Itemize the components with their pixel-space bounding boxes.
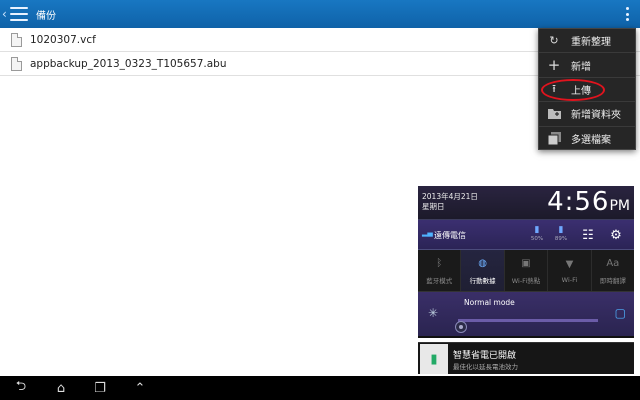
power-saving-notification[interactable]: ▮ 智慧省電已開啟 最佳化以延長電池效力 xyxy=(418,342,634,374)
new-folder-icon xyxy=(547,107,561,121)
menu-item-label: 新增 xyxy=(571,61,591,73)
file-icon xyxy=(11,56,22,71)
menu-item-label: 多選檔案 xyxy=(571,135,611,147)
back-icon[interactable]: ⮌ xyxy=(10,379,32,397)
menu-item-upload[interactable]: ⭱ 上傳 xyxy=(539,78,635,103)
action-bar: ‹ 備份 xyxy=(0,0,640,28)
battery-indicator: ▮ 89% xyxy=(552,224,570,242)
overflow-menu-icon[interactable] xyxy=(626,7,630,21)
date-display: 2013年4月21日 星期日 xyxy=(422,192,478,212)
translate-icon: Aa xyxy=(606,257,620,269)
file-name: 1020307.vcf xyxy=(30,33,96,46)
plus-icon: + xyxy=(547,56,561,75)
toggle-label: 即時翻譯 xyxy=(599,276,626,285)
tablet-battery-icon: ▮ xyxy=(558,225,564,235)
toggle-translate[interactable]: Aa 即時翻譯 xyxy=(592,250,634,291)
toggle-wifi[interactable]: ▼ Wi-Fi xyxy=(548,250,592,291)
menu-item-label: 重新整理 xyxy=(571,37,611,49)
toggle-label: Wi-Fi xyxy=(561,275,578,284)
clock-header: 2013年4月21日 星期日 4:56PM xyxy=(418,186,634,220)
quick-settings-edit-icon[interactable]: ☷ xyxy=(578,225,598,245)
toggle-mobile-data[interactable]: ◍ 行動數據 xyxy=(461,250,505,291)
auto-brightness-icon[interactable]: ▢ xyxy=(615,306,626,320)
back-chevron-icon[interactable]: ‹ xyxy=(2,7,8,21)
hotspot-icon: ▣ xyxy=(521,257,531,269)
toggle-hotspot[interactable]: ▣ Wi-Fi熱點 xyxy=(505,250,549,291)
file-name: appbackup_2013_0323_T105657.abu xyxy=(30,57,227,70)
overflow-dropdown-menu: ↻ 重新整理 + 新增 ⭱ 上傳 新增資料夾 多選檔案 xyxy=(538,28,636,150)
menu-item-new-folder[interactable]: 新增資料夾 xyxy=(539,102,635,127)
menu-up-icon[interactable]: ⌃ xyxy=(129,379,151,397)
keyboard-dock-battery-icon: ▮ xyxy=(534,225,540,235)
notification-title: 智慧省電已開啟 xyxy=(453,351,517,361)
mode-slider-knob[interactable] xyxy=(455,321,467,333)
home-icon[interactable]: ⌂ xyxy=(50,379,72,397)
multi-select-icon xyxy=(547,132,561,146)
carrier-name: 遠傳電信 xyxy=(434,231,466,240)
recent-apps-icon[interactable]: ❐ xyxy=(89,379,111,397)
bluetooth-icon: ᛒ xyxy=(436,257,443,269)
battery-indicator: ▮ 50% xyxy=(528,224,546,242)
toggle-bluetooth[interactable]: ᛒ 藍牙模式 xyxy=(418,250,462,291)
power-mode-row: ✳ Normal mode ▢ xyxy=(418,292,634,336)
battery-saver-icon: ▮ xyxy=(420,344,448,374)
battery-level: 50% xyxy=(530,236,544,242)
toggle-label: Wi-Fi熱點 xyxy=(511,276,541,285)
quick-settings-panel: 2013年4月21日 星期日 4:56PM ▂▄ 遠傳電信 ▮ 50% ▮ 89… xyxy=(418,186,634,338)
carrier-row: ▂▄ 遠傳電信 ▮ 50% ▮ 89% ☷ ⚙ xyxy=(418,220,634,250)
notification-subtitle: 最佳化以延長電池效力 xyxy=(453,363,518,371)
page-title: 備份 xyxy=(36,10,56,22)
weekday-text: 星期日 xyxy=(422,202,445,211)
menu-item-label: 新增資料夾 xyxy=(571,110,621,122)
mobile-data-icon: ◍ xyxy=(478,257,487,269)
highlight-ring xyxy=(541,78,605,101)
settings-gear-icon[interactable]: ⚙ xyxy=(606,225,626,245)
mode-slider-track[interactable] xyxy=(458,319,598,322)
file-icon xyxy=(11,32,22,47)
wifi-icon: ▼ xyxy=(565,258,574,270)
system-nav-bar: ⮌ ⌂ ❐ ⌃ xyxy=(0,376,640,400)
brightness-icon: ✳ xyxy=(428,306,439,320)
refresh-icon: ↻ xyxy=(549,34,559,48)
menu-item-refresh[interactable]: ↻ 重新整理 xyxy=(539,29,635,54)
toggle-label: 行動數據 xyxy=(469,276,496,285)
time-text: 4:56 xyxy=(547,187,610,217)
menu-item-multi-select[interactable]: 多選檔案 xyxy=(539,127,635,151)
date-text: 2013年4月21日 xyxy=(422,192,478,201)
drawer-menu-icon[interactable] xyxy=(10,7,28,21)
menu-item-add[interactable]: + 新增 xyxy=(539,53,635,78)
toggle-label: 藍牙模式 xyxy=(426,276,453,285)
signal-icon: ▂▄ xyxy=(422,229,433,237)
toggle-row: ᛒ 藍牙模式 ◍ 行動數據 ▣ Wi-Fi熱點 ▼ Wi-Fi Aa 即時翻譯 xyxy=(418,250,634,292)
mode-label: Normal mode xyxy=(464,298,515,307)
battery-level: 89% xyxy=(554,236,568,242)
clock: 4:56PM xyxy=(547,188,630,220)
ampm-text: PM xyxy=(609,198,630,214)
